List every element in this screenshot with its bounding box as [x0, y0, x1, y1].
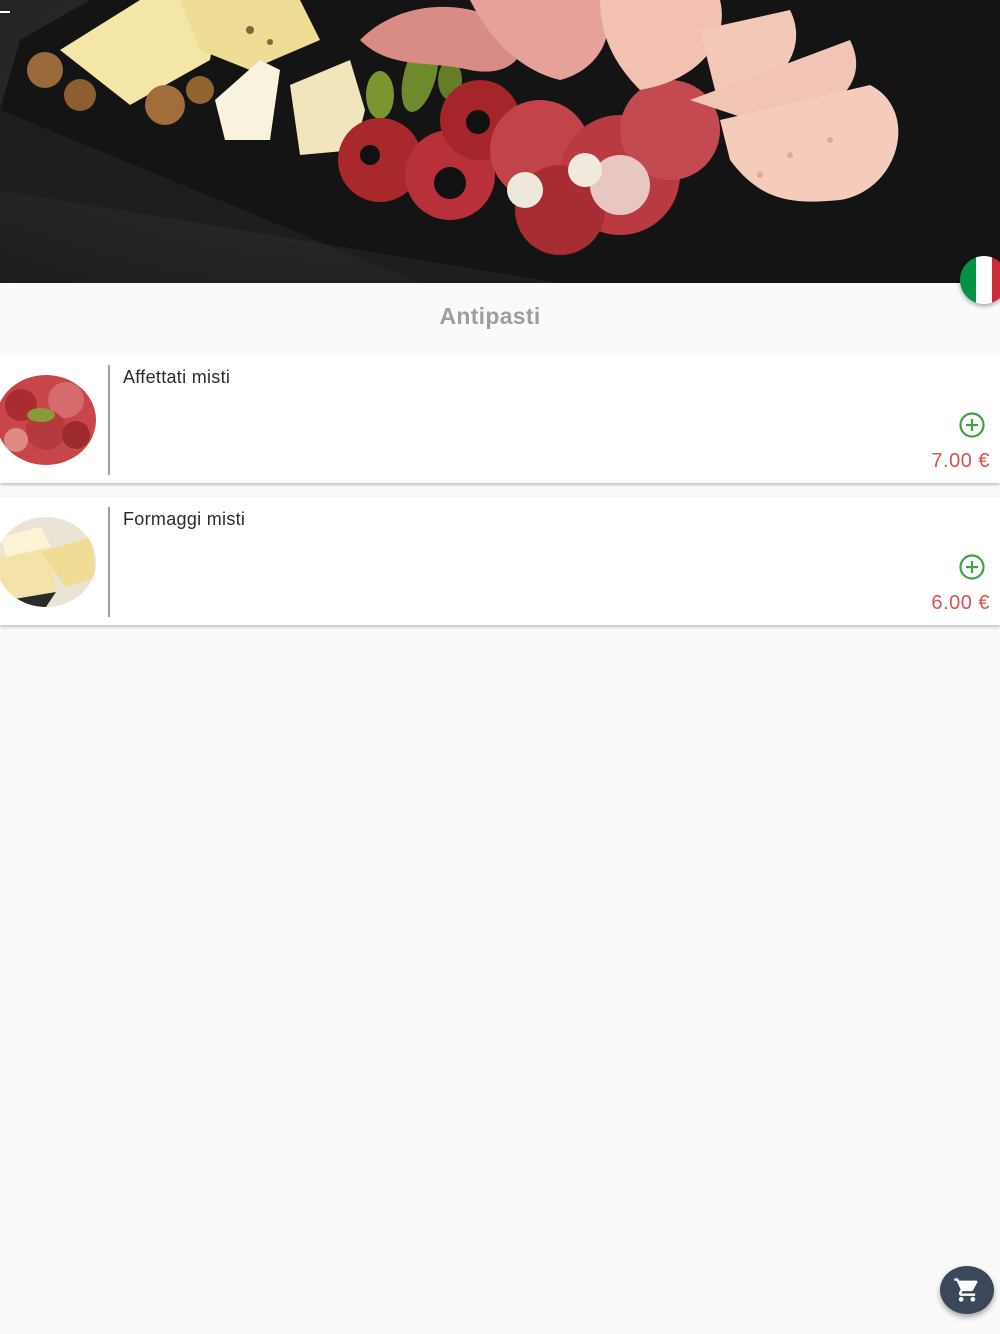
card-divider: [108, 507, 110, 617]
card-divider: [108, 365, 110, 475]
item-thumbnail: [0, 517, 96, 607]
item-price: 6.00 €: [931, 592, 990, 614]
back-arrow-icon[interactable]: [0, 0, 24, 24]
menu-item-card[interactable]: Formaggi misti 6.00 €: [0, 497, 1000, 625]
add-circle-icon[interactable]: [958, 411, 986, 439]
flag-red-stripe: [992, 256, 1000, 304]
shopping-cart-icon: [954, 1278, 978, 1302]
charcuterie-board-image: [0, 0, 1000, 283]
item-price: 7.00 €: [931, 450, 990, 472]
cart-button[interactable]: [940, 1266, 994, 1314]
menu-item-card[interactable]: Affettati misti 7.00 €: [0, 355, 1000, 483]
add-circle-icon[interactable]: [958, 553, 986, 581]
item-name: Affettati misti: [123, 367, 231, 387]
cheese-wedges-image: [0, 517, 96, 607]
hero-banner: [0, 0, 1000, 283]
category-title: Antipasti: [439, 303, 541, 329]
cured-meats-image: [0, 375, 96, 465]
flag-white-stripe: [976, 256, 992, 304]
item-name: Formaggi misti: [123, 509, 246, 529]
item-thumbnail: [0, 375, 96, 465]
language-flag-button[interactable]: [960, 256, 1000, 304]
